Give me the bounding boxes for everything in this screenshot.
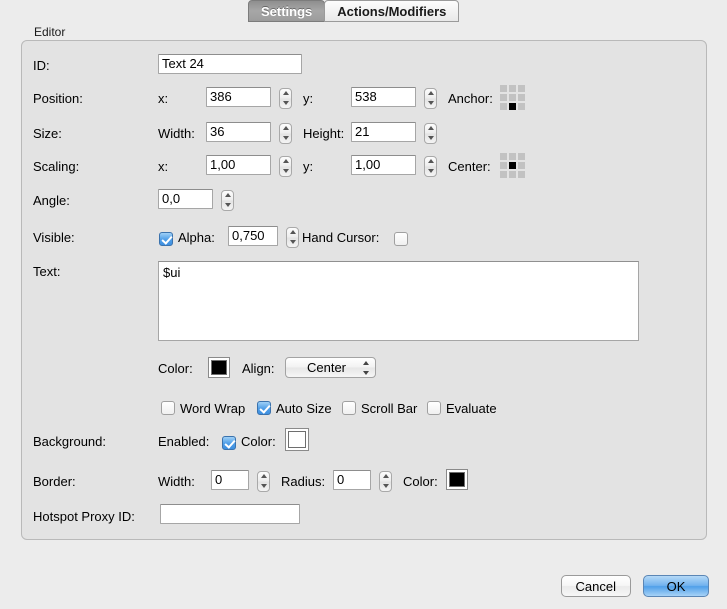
popup-arrows-icon <box>363 361 369 375</box>
align-popup-value: Center <box>306 360 347 375</box>
position-label: Position: <box>33 91 83 106</box>
anchor-label: Anchor: <box>448 91 493 106</box>
position-x-label: x: <box>158 91 169 106</box>
position-y-stepper[interactable] <box>424 87 437 109</box>
border-width-stepper[interactable] <box>257 470 270 492</box>
center-cell-2[interactable] <box>518 153 525 160</box>
border-width-input[interactable] <box>211 470 249 490</box>
tab-bar: Settings Actions/Modifiers <box>0 0 727 22</box>
angle-input[interactable] <box>158 189 213 209</box>
scaling-y-stepper[interactable] <box>424 155 437 177</box>
hotspot-proxy-id-input[interactable] <box>160 504 300 524</box>
center-label: Center: <box>448 159 491 174</box>
background-color-swatch[interactable] <box>285 428 309 451</box>
size-height-input[interactable] <box>351 122 416 142</box>
dialog-button-bar: Cancel OK <box>560 575 709 597</box>
anchor-cell-8[interactable] <box>518 103 525 110</box>
editor-group-label: Editor <box>30 25 70 39</box>
background-color-label: Color: <box>241 434 276 449</box>
text-color-label: Color: <box>158 361 193 376</box>
size-height-label: Height: <box>303 126 345 141</box>
position-x-stepper[interactable] <box>279 87 292 109</box>
angle-stepper[interactable] <box>221 189 234 211</box>
visible-label: Visible: <box>33 230 75 245</box>
border-label: Border: <box>33 474 76 489</box>
scaling-label: Scaling: <box>33 159 80 174</box>
auto-size-label: Auto Size <box>276 400 332 416</box>
center-cell-3[interactable] <box>500 162 507 169</box>
alpha-stepper[interactable] <box>286 226 299 248</box>
border-radius-input[interactable] <box>333 470 371 490</box>
anchor-cell-5[interactable] <box>518 94 525 101</box>
text-color-chip <box>211 360 227 375</box>
scaling-y-label: y: <box>303 159 314 174</box>
word-wrap-label: Word Wrap <box>180 400 246 416</box>
size-label: Size: <box>33 126 62 141</box>
size-height-stepper[interactable] <box>424 122 437 144</box>
hotspot-proxy-id-label: Hotspot Proxy ID: <box>33 509 135 524</box>
tab-settings[interactable]: Settings <box>248 0 326 22</box>
anchor-cell-6[interactable] <box>500 103 507 110</box>
visible-checkbox[interactable] <box>159 232 173 246</box>
anchor-cell-3[interactable] <box>500 94 507 101</box>
size-width-label: Width: <box>158 126 195 141</box>
center-cell-5[interactable] <box>518 162 525 169</box>
evaluate-checkbox[interactable] <box>427 401 441 415</box>
border-radius-label: Radius: <box>281 474 326 489</box>
position-y-label: y: <box>303 91 314 106</box>
border-color-label: Color: <box>403 474 438 489</box>
center-cell-4[interactable] <box>509 162 516 169</box>
evaluate-label: Evaluate <box>446 400 497 416</box>
position-y-input[interactable] <box>351 87 416 107</box>
alpha-label: Alpha: <box>178 230 215 245</box>
anchor-cell-0[interactable] <box>500 85 507 92</box>
scroll-bar-label: Scroll Bar <box>361 400 418 416</box>
size-width-input[interactable] <box>206 122 271 142</box>
text-color-swatch[interactable] <box>208 357 230 378</box>
center-cell-7[interactable] <box>509 171 516 178</box>
background-enabled-checkbox[interactable] <box>222 436 236 450</box>
id-input[interactable] <box>158 54 302 74</box>
scaling-x-label: x: <box>158 159 169 174</box>
tab-strip: Settings Actions/Modifiers <box>248 0 460 22</box>
border-width-label: Width: <box>158 474 195 489</box>
center-cell-6[interactable] <box>500 171 507 178</box>
position-x-input[interactable] <box>206 87 271 107</box>
anchor-grid[interactable] <box>500 85 525 110</box>
align-label: Align: <box>242 361 275 376</box>
text-textarea[interactable]: $ui <box>158 261 639 341</box>
border-color-swatch[interactable] <box>446 469 468 490</box>
ok-button[interactable]: OK <box>643 575 709 597</box>
tab-actions-modifiers[interactable]: Actions/Modifiers <box>324 0 460 22</box>
angle-label: Angle: <box>33 193 70 208</box>
anchor-cell-7[interactable] <box>509 103 516 110</box>
background-enabled-label: Enabled: <box>158 434 210 449</box>
id-label: ID: <box>33 58 50 73</box>
alpha-input[interactable] <box>228 226 278 246</box>
scaling-x-input[interactable] <box>206 155 271 175</box>
anchor-cell-1[interactable] <box>509 85 516 92</box>
center-grid[interactable] <box>500 153 525 178</box>
auto-size-checkbox[interactable] <box>257 401 271 415</box>
cancel-button[interactable]: Cancel <box>560 575 631 597</box>
background-color-chip <box>288 431 306 448</box>
scroll-bar-checkbox[interactable] <box>342 401 356 415</box>
border-color-chip <box>449 472 465 487</box>
center-cell-1[interactable] <box>509 153 516 160</box>
scaling-x-stepper[interactable] <box>279 155 292 177</box>
text-label: Text: <box>33 264 61 279</box>
center-cell-8[interactable] <box>518 171 525 178</box>
anchor-cell-4[interactable] <box>509 94 516 101</box>
hand-cursor-label: Hand Cursor: <box>302 230 380 245</box>
border-radius-stepper[interactable] <box>379 470 392 492</box>
size-width-stepper[interactable] <box>279 122 292 144</box>
scaling-y-input[interactable] <box>351 155 416 175</box>
background-label: Background: <box>33 434 106 449</box>
center-cell-0[interactable] <box>500 153 507 160</box>
word-wrap-checkbox[interactable] <box>161 401 175 415</box>
hand-cursor-checkbox[interactable] <box>394 232 408 246</box>
anchor-cell-2[interactable] <box>518 85 525 92</box>
align-popup[interactable]: Center <box>285 357 376 378</box>
